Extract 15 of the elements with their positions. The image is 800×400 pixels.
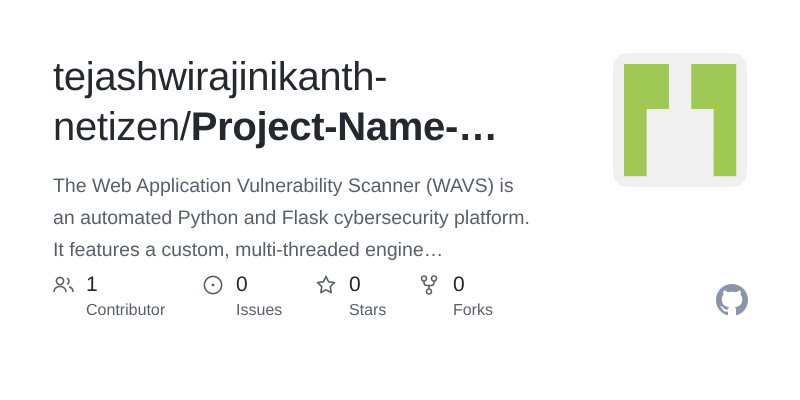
repo-title: tejashwirajinikanth-netizen/Project-Name-… [53, 54, 499, 151]
stat-count: 0 [453, 273, 466, 297]
issue-icon [203, 275, 223, 295]
fork-icon [420, 275, 438, 295]
repo-description: The Web Application Vulnerability Scanner (WAVS) is an automated Python and Flask cybersecurity platform. It features a custom, multi-threaded engine… [53, 174, 531, 263]
stat-count: 0 [349, 273, 362, 297]
stat-label: Issues [236, 302, 284, 320]
stat-count: 1 [86, 273, 99, 297]
stat-label: Contributor [86, 302, 166, 320]
stat-label: Forks [453, 302, 494, 320]
stat-count: 0 [236, 273, 249, 297]
star-icon [316, 275, 336, 295]
github-logo-icon [716, 284, 748, 316]
stat-label: Stars [349, 302, 388, 320]
people-icon [53, 276, 75, 294]
